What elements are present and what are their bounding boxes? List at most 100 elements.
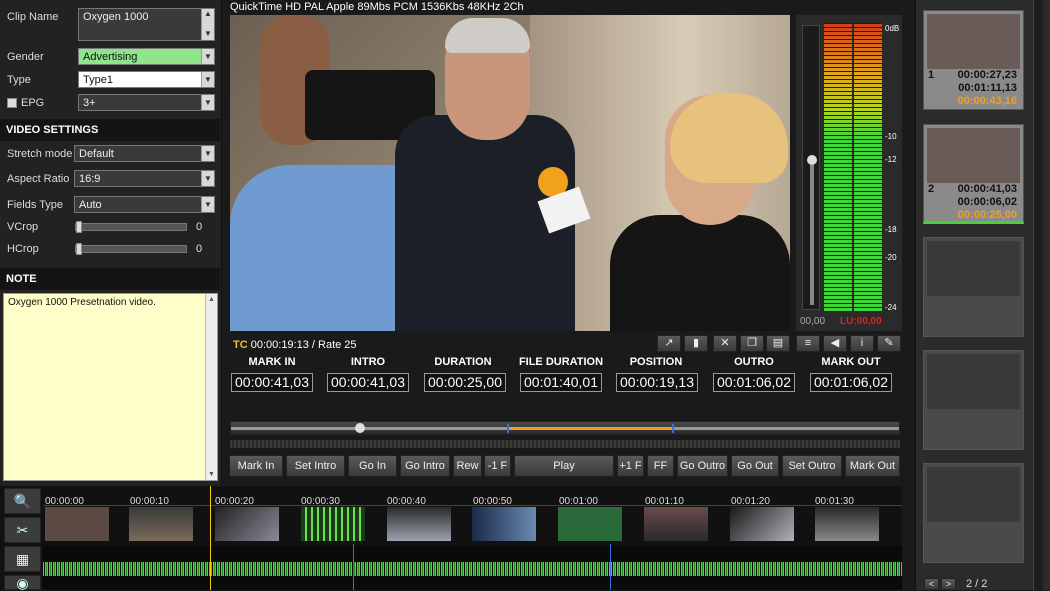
edit-icon[interactable]: ✎: [877, 335, 901, 352]
scroll-buttons[interactable]: ▲ ▼: [201, 9, 214, 40]
file-duration-header: FILE DURATION: [518, 356, 604, 368]
tick-7: 00:01:10: [645, 496, 684, 507]
vcrop-slider[interactable]: [75, 223, 187, 231]
reporter-hair: [670, 93, 788, 183]
thumbnail-frame: [301, 507, 365, 541]
speaker-icon[interactable]: ◀: [823, 335, 847, 352]
thumbnail-frame: [644, 507, 708, 541]
file-duration-field[interactable]: 00:01:40,01: [520, 373, 602, 392]
go-out-button[interactable]: Go Out: [731, 455, 779, 477]
aspect-ratio-select[interactable]: 16:9 ▼: [74, 170, 215, 187]
position-header: POSITION: [629, 356, 683, 368]
cut-icon[interactable]: ✂: [4, 517, 41, 543]
tick-5: 00:00:50: [473, 496, 512, 507]
next-page-icon[interactable]: >: [941, 578, 956, 590]
prev-page-icon[interactable]: <: [924, 578, 939, 590]
thumbnail-frame: [558, 507, 622, 541]
gender-select[interactable]: Advertising ▼: [78, 48, 215, 65]
chevron-down-icon[interactable]: ▼: [201, 197, 214, 212]
hcrop-label: HCrop: [7, 243, 39, 255]
video-settings-header: VIDEO SETTINGS: [0, 119, 220, 141]
clip-name-field[interactable]: Oxygen 1000 ▲ ▼: [78, 8, 215, 41]
mark-in-field[interactable]: 00:00:41,03: [231, 373, 313, 392]
paste-icon[interactable]: ▤: [766, 335, 790, 352]
play-button[interactable]: Play: [514, 455, 614, 477]
epg-checkbox[interactable]: [7, 98, 17, 108]
go-in-button[interactable]: Go In: [348, 455, 397, 477]
vcrop-slider-knob[interactable]: [76, 221, 82, 233]
chevron-down-icon[interactable]: ▼: [201, 146, 214, 161]
chevron-down-icon[interactable]: ▼: [201, 49, 214, 64]
mark-out-field[interactable]: 00:01:06,02: [810, 373, 892, 392]
intro-header: INTRO: [350, 356, 386, 368]
man-hair: [445, 18, 530, 53]
meter-scale-12: -12: [885, 155, 897, 164]
chevron-down-icon[interactable]: ▼: [201, 72, 214, 87]
playlist-time-out: 00:00:06,02: [957, 196, 1017, 208]
playlist-empty-slot[interactable]: [923, 463, 1024, 563]
scrub-mark-in[interactable]: [507, 424, 509, 433]
tick-0: 00:00:00: [45, 496, 84, 507]
note-textarea[interactable]: Oxygen 1000 Presetnation video. ▲ ▼: [3, 293, 218, 481]
mark-out-button[interactable]: Mark Out: [845, 455, 900, 477]
stretch-mode-label: Stretch mode: [7, 148, 73, 160]
page-indicator: 2 / 2: [966, 578, 988, 590]
eye-icon[interactable]: ◉: [4, 575, 41, 590]
scrub-mark-out[interactable]: [672, 424, 674, 433]
clip-icon[interactable]: ▮: [684, 335, 708, 352]
set-intro-button[interactable]: Set Intro: [286, 455, 345, 477]
audio-marker: [353, 544, 354, 590]
gender-value: Advertising: [83, 51, 138, 63]
scrub-selection: [507, 427, 673, 430]
outro-field[interactable]: 00:01:06,02: [713, 373, 795, 392]
copy-icon[interactable]: ❐: [740, 335, 764, 352]
clip-name-label: Clip Name: [7, 11, 59, 23]
playlist-item-selected[interactable]: 2 00:00:41,03 00:00:06,02 00:00:25,00: [923, 124, 1024, 224]
playlist-index: 1: [928, 69, 935, 81]
chevron-down-icon[interactable]: ▼: [201, 95, 214, 110]
aspect-ratio-value: 16:9: [79, 173, 101, 185]
rewind-button[interactable]: Rew: [453, 455, 482, 477]
playlist-empty-slot[interactable]: [923, 350, 1024, 450]
playlist-scrollbar[interactable]: [1033, 0, 1043, 590]
minus-frame-button[interactable]: -1 F: [484, 455, 511, 477]
duration-field[interactable]: 00:00:25,00: [424, 373, 506, 392]
list-icon[interactable]: ≡: [796, 335, 820, 352]
epg-select[interactable]: 3+ ▼: [78, 94, 215, 111]
tick-3: 00:00:30: [301, 496, 340, 507]
set-outro-button[interactable]: Set Outro: [782, 455, 842, 477]
hcrop-slider-knob[interactable]: [76, 243, 82, 255]
clip-name-value: Oxygen 1000: [83, 11, 149, 23]
zoom-icon[interactable]: 🔍: [4, 488, 41, 514]
type-select[interactable]: Type1 ▼: [78, 71, 215, 88]
position-field[interactable]: 00:00:19,13: [616, 373, 698, 392]
chevron-down-icon[interactable]: ▼: [201, 171, 214, 186]
playlist-item[interactable]: 1 00:00:27,23 00:01:11,13 00:00:43,16: [923, 10, 1024, 110]
scrub-bar[interactable]: [230, 421, 900, 435]
mark-in-button[interactable]: Mark In: [229, 455, 283, 477]
go-outro-button[interactable]: Go Outro: [677, 455, 728, 477]
playlist-empty-slot[interactable]: [923, 237, 1024, 337]
media-icon[interactable]: ▦: [4, 546, 41, 572]
delete-icon[interactable]: ✕: [713, 335, 737, 352]
info-icon[interactable]: i: [850, 335, 874, 352]
video-preview[interactable]: [230, 15, 790, 331]
hcrop-slider[interactable]: [75, 245, 187, 253]
volume-fader-line: [810, 165, 814, 305]
go-intro-button[interactable]: Go Intro: [400, 455, 450, 477]
stretch-mode-value: Default: [79, 148, 114, 160]
timeline[interactable]: 🔍 ✂ ▦ ◉ 00:00:00 00:00:10 00:00:20 00:00…: [0, 486, 902, 590]
export-icon[interactable]: ↗: [657, 335, 681, 352]
timeline-playhead[interactable]: [210, 486, 211, 590]
meter-bar-right: [854, 23, 882, 311]
fast-forward-button[interactable]: FF: [647, 455, 674, 477]
playlist-time-in: 00:00:27,23: [957, 69, 1017, 81]
volume-fader-knob[interactable]: [807, 155, 817, 165]
fields-type-select[interactable]: Auto ▼: [74, 196, 215, 213]
note-scrollbar[interactable]: ▲ ▼: [205, 294, 217, 480]
intro-field[interactable]: 00:00:41,03: [327, 373, 409, 392]
playlist-duration: 00:00:43,16: [957, 95, 1017, 107]
stretch-mode-select[interactable]: Default ▼: [74, 145, 215, 162]
scrub-playhead[interactable]: [355, 423, 365, 433]
plus-frame-button[interactable]: +1 F: [617, 455, 644, 477]
